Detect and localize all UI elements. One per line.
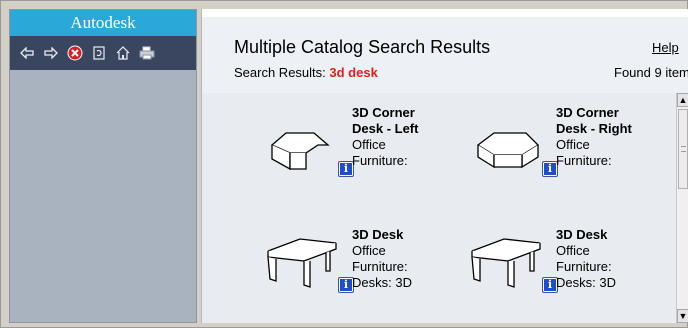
home-icon[interactable] — [114, 44, 132, 62]
result-category: Office Furniture: Desks: 3D — [352, 243, 412, 290]
search-query: 3d desk — [329, 65, 378, 80]
result-item[interactable]: i 3D Corner Desk - Right Office Furnitur… — [464, 101, 674, 207]
scroll-down-icon[interactable]: ▼ — [677, 309, 688, 323]
help-link[interactable]: Help — [652, 40, 679, 55]
results-header: Multiple Catalog Search Results Help Sea… — [202, 17, 688, 93]
result-item[interactable]: i 3D Corner Desk - Left Office Furniture… — [260, 101, 470, 207]
back-icon[interactable] — [18, 44, 36, 62]
vertical-scrollbar[interactable]: ▲ ▼ — [676, 93, 688, 323]
top-strip — [202, 9, 688, 17]
stop-icon[interactable] — [66, 44, 84, 62]
result-category: Office Furniture: — [556, 137, 612, 168]
found-count: Found 9 item(s) — [614, 65, 688, 80]
results-list: i 3D Corner Desk - Left Office Furniture… — [202, 93, 676, 323]
result-category: Office Furniture: — [352, 137, 408, 168]
left-panel-header: Autodesk — [10, 10, 196, 70]
scroll-thumb[interactable] — [678, 109, 688, 189]
result-category: Office Furniture: Desks: 3D — [556, 243, 616, 290]
result-name: 3D Desk — [352, 227, 404, 242]
refresh-icon[interactable] — [90, 44, 108, 62]
print-icon[interactable] — [138, 44, 156, 62]
result-item[interactable]: i 3D Desk Office Furniture: Desks: 3D — [464, 217, 674, 323]
left-panel: Autodesk — [9, 9, 197, 323]
search-summary: Search Results: 3d desk — [234, 65, 378, 80]
result-name: 3D Corner Desk - Left — [352, 105, 419, 136]
result-item[interactable]: i 3D Desk Office Furniture: Desks: 3D — [260, 217, 470, 323]
result-name: 3D Desk — [556, 227, 608, 242]
results-panel: Multiple Catalog Search Results Help Sea… — [201, 9, 688, 323]
corner-desk-right-icon[interactable]: i — [464, 101, 560, 207]
window-frame: Autodesk Multiple Catalog Search Results… — [0, 0, 688, 328]
autodesk-logo: Autodesk — [10, 10, 196, 36]
nav-toolbar — [10, 36, 196, 70]
search-results-label: Search Results: — [234, 65, 326, 80]
desk-icon[interactable]: i — [260, 217, 356, 323]
corner-desk-left-icon[interactable]: i — [260, 101, 356, 207]
page-title: Multiple Catalog Search Results — [234, 37, 491, 57]
forward-icon[interactable] — [42, 44, 60, 62]
result-name: 3D Corner Desk - Right — [556, 105, 632, 136]
desk-icon[interactable]: i — [464, 217, 560, 323]
scroll-up-icon[interactable]: ▲ — [677, 93, 688, 107]
